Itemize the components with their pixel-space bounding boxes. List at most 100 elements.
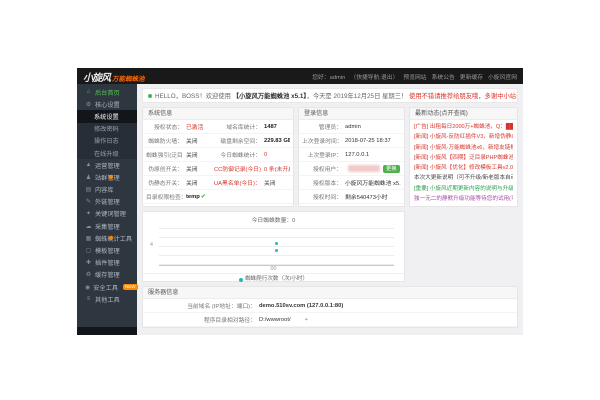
info-label: 授权状态：	[146, 122, 183, 131]
info-value: 关闭	[186, 181, 198, 187]
table-row: 蜘蛛强引(泛目录)： 关闭 今日蜘蛛统计： 0	[143, 148, 293, 162]
change-auth-button[interactable]: 更换	[383, 165, 400, 173]
sidebar-item[interactable]: 修改密码	[77, 123, 137, 135]
check-icon: ✔	[201, 194, 206, 200]
info-value: 1487	[264, 124, 277, 130]
sidebar-item[interactable]: ≡ 其他工具	[77, 293, 137, 305]
table-row: 授权用户： 更换	[299, 162, 404, 176]
sidebar-item[interactable]: 在线升级	[77, 147, 137, 159]
sidebar-item-icon: ☁	[85, 223, 92, 230]
sidebar-item-label: 运营管理	[95, 161, 120, 170]
sidebar-item[interactable]: ◉ 安全工具 NEW	[77, 281, 137, 293]
info-label: 域名库统计：	[226, 125, 261, 131]
sidebar-item[interactable]: ▢ 模板管理	[77, 244, 137, 256]
sidebar-item[interactable]: ⚙ 核心设置	[77, 98, 137, 110]
info-label: UA黑名单(今日)：	[214, 181, 261, 187]
chart-legend[interactable]: 蜘蛛爬行次数（次/小时）	[143, 273, 404, 285]
expand-path-button[interactable]: +	[305, 317, 308, 323]
sidebar-item[interactable]: ▦ 蜘蛛统计工具	[77, 232, 137, 244]
info-label: 伪原创开关：	[146, 164, 183, 173]
info-label: 今日蜘蛛统计：	[220, 153, 261, 159]
news-link[interactable]: 本次大更新说明（可不升级/新老版本自动兼容小旋风的内部格式）	[414, 173, 513, 183]
info-value: 剩余540473小时	[342, 192, 388, 201]
sidebar-item[interactable]: ▤ 内容库	[77, 184, 137, 196]
panel-title: 系统信息	[143, 108, 293, 120]
header-nav-link[interactable]: 您好：admin	[312, 72, 345, 81]
sidebar-item[interactable]: ✎ 外链管理	[77, 196, 137, 208]
info-label: 当前域名 (IP地址：端口)：	[146, 301, 256, 310]
sidebar-item[interactable]: ☁ 采集管理	[77, 220, 137, 232]
sidebar-item-icon: ✚	[85, 259, 92, 266]
sidebar-item-label: 插件管理	[95, 258, 120, 267]
info-value: demo.510sv.com (127.0.0.1:80)	[256, 303, 343, 309]
sidebar-item[interactable]: 操作日志	[77, 135, 137, 147]
table-row: 目录权限检查： temp✔	[143, 190, 293, 204]
sidebar-item-label: 关键词管理	[95, 209, 126, 218]
header-nav-link[interactable]: 小旋风官网	[488, 72, 517, 81]
info-label: 上次登录IP：	[302, 150, 342, 159]
info-label: 管理员：	[302, 122, 342, 131]
login-info-panel: 登录信息 管理员： admin 上次登录时间：	[298, 107, 405, 207]
sidebar-item-label: 缓存管理	[95, 270, 120, 279]
sidebar-item-icon: ♻	[85, 271, 92, 278]
sidebar-item[interactable]: ♟ 站群管理	[77, 171, 137, 183]
table-row: 上次登录IP： 127.0.0.1	[299, 148, 404, 162]
sidebar-item[interactable]: 系统设置	[77, 110, 137, 122]
sidebar-item-icon: ♟	[85, 174, 92, 181]
sidebar-item-icon: ▲	[85, 162, 92, 168]
info-label: 磁盘剩余空间：	[220, 139, 261, 145]
sidebar-item[interactable]: ▲ 运营管理	[77, 159, 137, 171]
info-label: 目录权限检查：	[146, 192, 183, 201]
sidebar-item[interactable]: ♻ 缓存管理	[77, 269, 137, 281]
panel-title: 最新动态(点开查阅)	[410, 108, 517, 120]
sidebar-item[interactable]: ✦ 关键词管理	[77, 208, 137, 220]
news-link[interactable]: [新闻] 小旋风-万能蜘蛛池x6，新增友链模块，伪静态IP繁殖	[414, 143, 513, 153]
sidebar-item-label: 采集管理	[95, 222, 120, 231]
info-value: D:/wwwroot/	[256, 317, 291, 323]
info-label: 授权版本：	[302, 178, 342, 187]
header-nav-links: 您好：admin （快捷导航:退出） 预览网站 系统公告 更新缓存 小旋风官网	[312, 72, 517, 81]
sidebar-item-label: 模板管理	[95, 246, 120, 255]
sidebar-item-icon: ✎	[85, 198, 92, 205]
header-nav-link[interactable]: （快捷导航:退出）	[350, 72, 398, 81]
news-link[interactable]: [广告] 出租每日2000万+蜘蛛池，Q：██████ 可测试！	[414, 122, 513, 132]
sidebar-nav: ⌂ 后台首页 ⚙ 核心设置 系统设置 修	[77, 84, 137, 335]
sidebar-item-label: 安全工具	[93, 283, 118, 292]
sidebar-footer-block	[77, 327, 137, 335]
news-link[interactable]: [新闻] 小旋风-反防红插件V3，新增伪静态防劫持，拦截恶意下载	[414, 132, 513, 142]
table-row: 管理员： admin	[299, 120, 404, 134]
masked-auth-user	[348, 165, 380, 172]
news-list: [广告] 出租每日2000万+蜘蛛池，Q：██████ 可测试！ [新闻] 小旋…	[410, 120, 517, 206]
spider-chart-panel: 今日蜘蛛数量：0 4 00 蜘蛛爬行次数（次/小时）	[142, 211, 405, 282]
sidebar-item-label: 外链管理	[95, 197, 120, 206]
sidebar-item-icon: ⚙	[85, 101, 92, 108]
news-panel: 最新动态(点开查阅) [广告] 出租每日2000万+蜘蛛池，Q：██████ 可…	[409, 107, 518, 207]
news-link[interactable]: [新闻] 小旋风【优化】修改模板工具v2.0(支持Cookie)	[414, 163, 513, 173]
system-info-table: 授权状态： 已激活 域名库统计： 1487 蜘蛛防火墙： 关闭 磁盘剩余空间： …	[143, 120, 293, 204]
sidebar-item-label: 内容库	[95, 185, 114, 194]
data-point	[275, 242, 278, 245]
sidebar-item-label: 核心设置	[95, 100, 120, 109]
x-axis-tick: 00	[143, 266, 404, 273]
info-value: 关闭	[186, 139, 198, 145]
header-nav-link[interactable]: 更新缓存	[460, 72, 483, 81]
header-nav-link[interactable]: 系统公告	[432, 72, 455, 81]
news-link[interactable]: 独一无二的静默升级功能等待您的试用(可提升效率大大的)	[414, 194, 513, 204]
panel-title: 登录信息	[299, 108, 404, 120]
header-nav-link[interactable]: 预览网站	[403, 72, 426, 81]
server-info-table: 当前域名 (IP地址：端口)： demo.510sv.com (127.0.0.…	[143, 299, 517, 327]
system-info-panel: 系统信息 授权状态： 已激活 域名库统计： 1487	[142, 107, 294, 207]
sidebar-item-label: 蜘蛛统计工具	[95, 234, 132, 243]
news-link[interactable]: [重要] 小旋风近期更新内容的说明与升级设置方法	[414, 184, 513, 194]
info-value: 2018-07-25 18:37	[342, 138, 391, 144]
chart-title: 今日蜘蛛数量：0	[143, 212, 404, 224]
sidebar-item-label: 站群管理	[95, 173, 120, 182]
sidebar-item[interactable]: ⌂ 后台首页	[77, 86, 137, 98]
chart-plot-area: 4	[159, 228, 394, 266]
sidebar-item-label: 系统设置	[94, 112, 119, 121]
sidebar-item[interactable]: ✚ 插件管理	[77, 257, 137, 269]
sidebar-item-label: 后台首页	[95, 88, 120, 97]
table-row: 授权版本： 小旋风万能蜘蛛池 x5.1	[299, 176, 404, 190]
news-link[interactable]: [新闻] 小旋风【四期】泛目录PHP蜘蛛池工具v6(可修改密码后台)	[414, 153, 513, 163]
app-logo[interactable]: 小旋风 万能蜘蛛池	[83, 69, 145, 84]
